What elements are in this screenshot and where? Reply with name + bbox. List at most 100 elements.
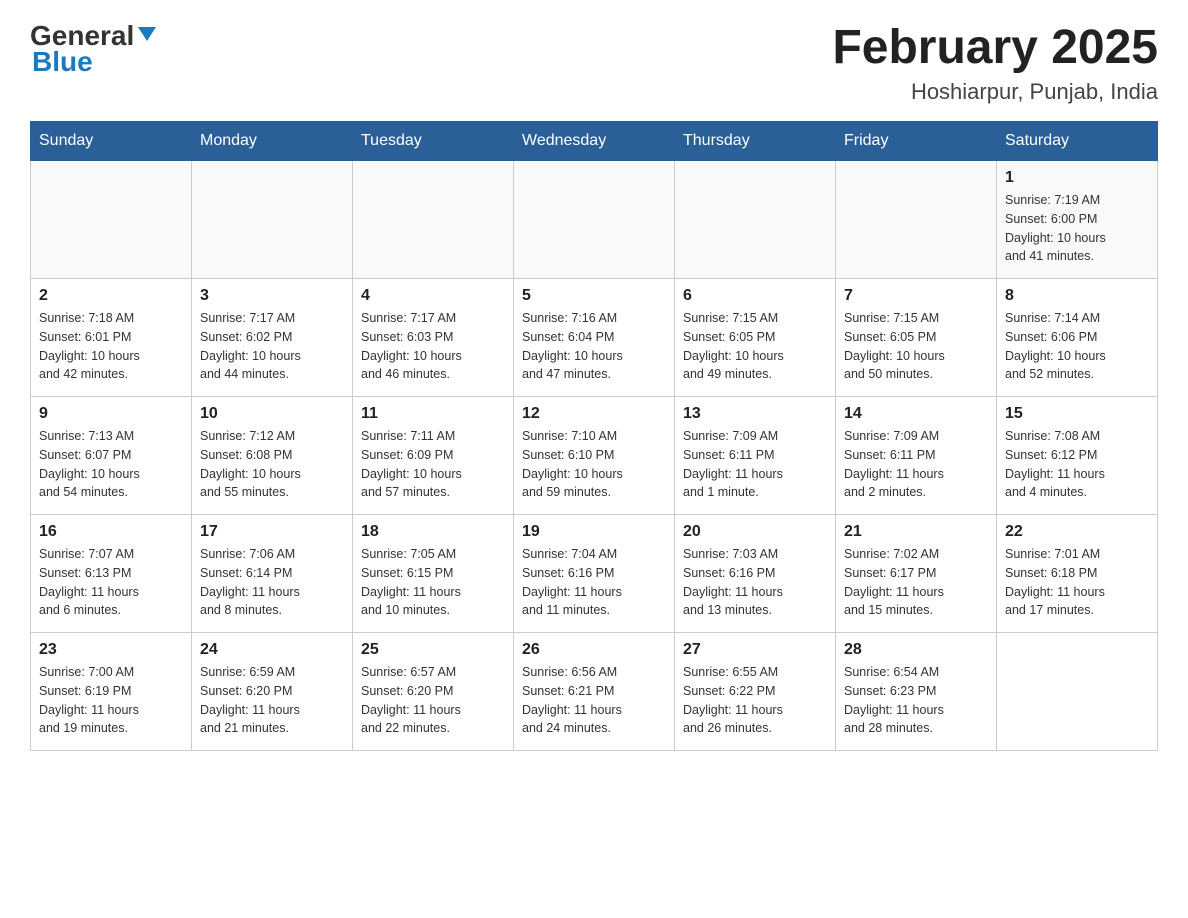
calendar-day-cell: 26 Sunrise: 6:56 AMSunset: 6:21 PMDayligh… (514, 633, 675, 751)
day-number: 11 (361, 405, 505, 423)
calendar-day-cell: 12 Sunrise: 7:10 AMSunset: 6:10 PMDayligh… (514, 397, 675, 515)
calendar-week-row: 16 Sunrise: 7:07 AMSunset: 6:13 PMDayligh… (31, 515, 1158, 633)
page-subtitle: Hoshiarpur, Punjab, India (832, 79, 1158, 105)
calendar-body: 1 Sunrise: 7:19 AMSunset: 6:00 PMDaylight… (31, 161, 1158, 751)
calendar-day-cell: 16 Sunrise: 7:07 AMSunset: 6:13 PMDayligh… (31, 515, 192, 633)
calendar-day-cell: 9 Sunrise: 7:13 AMSunset: 6:07 PMDaylight… (31, 397, 192, 515)
calendar-day-cell (31, 161, 192, 279)
day-info: Sunrise: 7:15 AMSunset: 6:05 PMDaylight:… (683, 309, 827, 384)
weekday-header-thursday: Thursday (675, 122, 836, 161)
calendar-day-cell: 28 Sunrise: 6:54 AMSunset: 6:23 PMDayligh… (836, 633, 997, 751)
day-number: 25 (361, 641, 505, 659)
day-number: 4 (361, 287, 505, 305)
day-info: Sunrise: 7:03 AMSunset: 6:16 PMDaylight:… (683, 545, 827, 620)
day-number: 6 (683, 287, 827, 305)
calendar-day-cell: 27 Sunrise: 6:55 AMSunset: 6:22 PMDayligh… (675, 633, 836, 751)
day-info: Sunrise: 7:18 AMSunset: 6:01 PMDaylight:… (39, 309, 183, 384)
calendar-day-cell: 20 Sunrise: 7:03 AMSunset: 6:16 PMDayligh… (675, 515, 836, 633)
logo-area: General Blue (30, 20, 158, 78)
calendar-day-cell: 6 Sunrise: 7:15 AMSunset: 6:05 PMDaylight… (675, 279, 836, 397)
day-info: Sunrise: 6:59 AMSunset: 6:20 PMDaylight:… (200, 663, 344, 738)
page-title: February 2025 (832, 20, 1158, 75)
weekday-header-saturday: Saturday (997, 122, 1158, 161)
day-info: Sunrise: 7:07 AMSunset: 6:13 PMDaylight:… (39, 545, 183, 620)
day-number: 18 (361, 523, 505, 541)
calendar-day-cell: 23 Sunrise: 7:00 AMSunset: 6:19 PMDayligh… (31, 633, 192, 751)
day-number: 13 (683, 405, 827, 423)
day-number: 12 (522, 405, 666, 423)
calendar-day-cell: 19Sunrise: 7:04 AMSunset: 6:16 PMDayligh… (514, 515, 675, 633)
day-info: Sunrise: 7:06 AMSunset: 6:14 PMDaylight:… (200, 545, 344, 620)
day-info: Sunrise: 7:14 AMSunset: 6:06 PMDaylight:… (1005, 309, 1149, 384)
calendar-day-cell: 21Sunrise: 7:02 AMSunset: 6:17 PMDayligh… (836, 515, 997, 633)
day-info: Sunrise: 7:05 AMSunset: 6:15 PMDaylight:… (361, 545, 505, 620)
day-number: 26 (522, 641, 666, 659)
weekday-header-friday: Friday (836, 122, 997, 161)
calendar-day-cell (836, 161, 997, 279)
day-info: Sunrise: 6:55 AMSunset: 6:22 PMDaylight:… (683, 663, 827, 738)
day-number: 14 (844, 405, 988, 423)
day-number: 20 (683, 523, 827, 541)
calendar-day-cell (192, 161, 353, 279)
calendar-table: SundayMondayTuesdayWednesdayThursdayFrid… (30, 121, 1158, 751)
day-info: Sunrise: 7:08 AMSunset: 6:12 PMDaylight:… (1005, 427, 1149, 502)
calendar-header: SundayMondayTuesdayWednesdayThursdayFrid… (31, 122, 1158, 161)
day-info: Sunrise: 7:16 AMSunset: 6:04 PMDaylight:… (522, 309, 666, 384)
calendar-day-cell: 10Sunrise: 7:12 AMSunset: 6:08 PMDayligh… (192, 397, 353, 515)
day-number: 9 (39, 405, 183, 423)
day-info: Sunrise: 7:19 AMSunset: 6:00 PMDaylight:… (1005, 191, 1149, 266)
day-info: Sunrise: 7:10 AMSunset: 6:10 PMDaylight:… (522, 427, 666, 502)
calendar-day-cell: 14 Sunrise: 7:09 AMSunset: 6:11 PMDayligh… (836, 397, 997, 515)
calendar-week-row: 2 Sunrise: 7:18 AMSunset: 6:01 PMDaylight… (31, 279, 1158, 397)
day-info: Sunrise: 7:17 AMSunset: 6:03 PMDaylight:… (361, 309, 505, 384)
day-info: Sunrise: 7:17 AMSunset: 6:02 PMDaylight:… (200, 309, 344, 384)
day-info: Sunrise: 7:09 AMSunset: 6:11 PMDaylight:… (844, 427, 988, 502)
weekday-header-tuesday: Tuesday (353, 122, 514, 161)
day-number: 7 (844, 287, 988, 305)
calendar-day-cell: 3 Sunrise: 7:17 AMSunset: 6:02 PMDaylight… (192, 279, 353, 397)
day-number: 15 (1005, 405, 1149, 423)
day-info: Sunrise: 7:09 AMSunset: 6:11 PMDaylight:… (683, 427, 827, 502)
day-number: 5 (522, 287, 666, 305)
calendar-day-cell: 1 Sunrise: 7:19 AMSunset: 6:00 PMDaylight… (997, 161, 1158, 279)
calendar-day-cell: 25Sunrise: 6:57 AMSunset: 6:20 PMDayligh… (353, 633, 514, 751)
calendar-day-cell (997, 633, 1158, 751)
day-info: Sunrise: 7:12 AMSunset: 6:08 PMDaylight:… (200, 427, 344, 502)
calendar-week-row: 23 Sunrise: 7:00 AMSunset: 6:19 PMDayligh… (31, 633, 1158, 751)
day-number: 28 (844, 641, 988, 659)
calendar-day-cell: 18 Sunrise: 7:05 AMSunset: 6:15 PMDayligh… (353, 515, 514, 633)
calendar-day-cell (675, 161, 836, 279)
calendar-week-row: 9 Sunrise: 7:13 AMSunset: 6:07 PMDaylight… (31, 397, 1158, 515)
day-number: 3 (200, 287, 344, 305)
title-area: February 2025 Hoshiarpur, Punjab, India (832, 20, 1158, 105)
weekday-header-row: SundayMondayTuesdayWednesdayThursdayFrid… (31, 122, 1158, 161)
calendar-day-cell (514, 161, 675, 279)
calendar-day-cell: 8Sunrise: 7:14 AMSunset: 6:06 PMDaylight… (997, 279, 1158, 397)
day-number: 23 (39, 641, 183, 659)
calendar-day-cell: 13 Sunrise: 7:09 AMSunset: 6:11 PMDayligh… (675, 397, 836, 515)
calendar-day-cell (353, 161, 514, 279)
calendar-day-cell: 22Sunrise: 7:01 AMSunset: 6:18 PMDayligh… (997, 515, 1158, 633)
day-number: 27 (683, 641, 827, 659)
day-info: Sunrise: 6:56 AMSunset: 6:21 PMDaylight:… (522, 663, 666, 738)
weekday-header-monday: Monday (192, 122, 353, 161)
day-info: Sunrise: 7:00 AMSunset: 6:19 PMDaylight:… (39, 663, 183, 738)
calendar-day-cell: 11Sunrise: 7:11 AMSunset: 6:09 PMDayligh… (353, 397, 514, 515)
calendar-day-cell: 7 Sunrise: 7:15 AMSunset: 6:05 PMDaylight… (836, 279, 997, 397)
calendar-week-row: 1 Sunrise: 7:19 AMSunset: 6:00 PMDaylight… (31, 161, 1158, 279)
day-info: Sunrise: 7:13 AMSunset: 6:07 PMDaylight:… (39, 427, 183, 502)
day-number: 1 (1005, 169, 1149, 187)
day-number: 16 (39, 523, 183, 541)
calendar-day-cell: 5 Sunrise: 7:16 AMSunset: 6:04 PMDaylight… (514, 279, 675, 397)
logo-triangle-icon (136, 23, 158, 45)
day-info: Sunrise: 7:01 AMSunset: 6:18 PMDaylight:… (1005, 545, 1149, 620)
day-info: Sunrise: 7:15 AMSunset: 6:05 PMDaylight:… (844, 309, 988, 384)
calendar-day-cell: 24Sunrise: 6:59 AMSunset: 6:20 PMDayligh… (192, 633, 353, 751)
weekday-header-sunday: Sunday (31, 122, 192, 161)
day-number: 21 (844, 523, 988, 541)
day-number: 2 (39, 287, 183, 305)
day-info: Sunrise: 6:54 AMSunset: 6:23 PMDaylight:… (844, 663, 988, 738)
day-number: 17 (200, 523, 344, 541)
calendar-day-cell: 15 Sunrise: 7:08 AMSunset: 6:12 PMDayligh… (997, 397, 1158, 515)
logo-blue-text: Blue (32, 46, 93, 78)
